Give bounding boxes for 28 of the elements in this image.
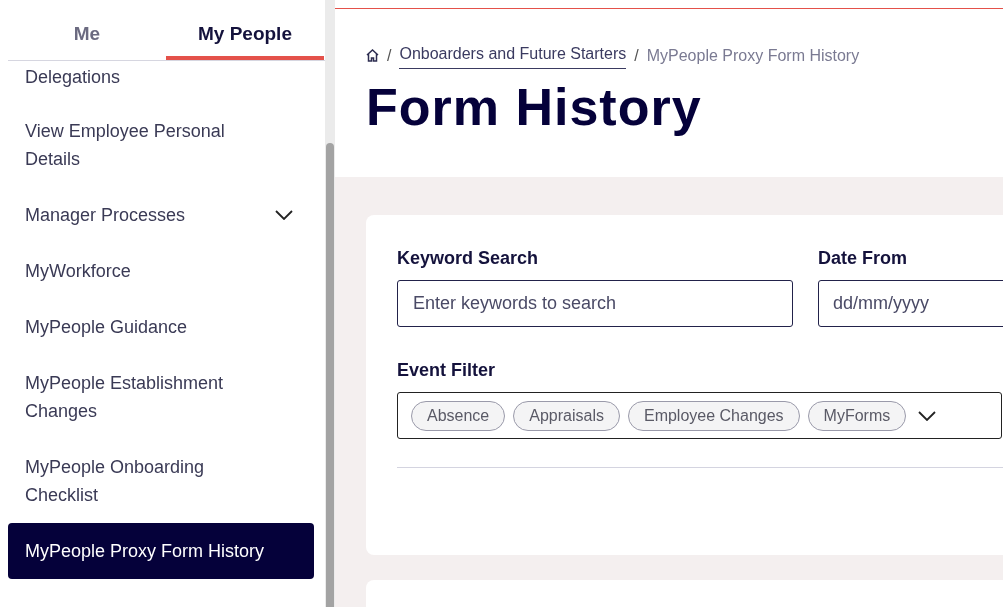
date-from-field[interactable]: dd/mm/yyyy — [818, 280, 1003, 327]
sidebar-item[interactable]: Manager Processes — [8, 187, 314, 243]
field-label: Event Filter — [397, 359, 497, 382]
sidebar-item[interactable]: MyPeople Guidance — [8, 299, 314, 355]
filter-chip[interactable]: MyForms — [807, 400, 907, 431]
event-filter-select[interactable]: Absence Appraisals Employee Changes MyForms — [397, 392, 1002, 439]
chevron-down-icon — [275, 210, 293, 220]
sidebar-item[interactable]: MyPeople Proxy Form History — [8, 523, 314, 579]
field-label: Keyword Search — [397, 247, 540, 270]
breadcrumb-separator: / — [387, 45, 392, 66]
sidebar-item[interactable]: Delegations — [8, 61, 314, 103]
sidebar-item[interactable]: MyWorkforce — [8, 243, 314, 299]
field-label: Date From — [818, 247, 908, 270]
filter-chip[interactable]: Absence — [411, 400, 506, 431]
home-icon[interactable] — [366, 49, 379, 62]
page-title: Form History — [366, 77, 703, 137]
breadcrumb-separator: / — [634, 45, 639, 66]
breadcrumb-current: MyPeople Proxy Form History — [646, 45, 860, 66]
sidebar-item[interactable]: MyPeople Onboarding Checklist — [8, 439, 314, 523]
chevron-down-icon — [918, 410, 937, 421]
breadcrumb-link[interactable]: Onboarders and Future Starters — [399, 42, 627, 69]
sidebar-item[interactable]: MyPeople Establishment Changes — [8, 355, 314, 439]
keyword-search-field[interactable]: Enter keywords to search — [397, 280, 793, 327]
filter-chip[interactable]: Employee Changes — [627, 400, 800, 431]
filter-chip[interactable]: Appraisals — [513, 400, 620, 431]
scrollbar[interactable] — [325, 0, 335, 607]
sidebar-item[interactable]: View Employee Personal Details — [8, 103, 314, 187]
sidebar-tab[interactable]: Me — [8, 12, 166, 60]
